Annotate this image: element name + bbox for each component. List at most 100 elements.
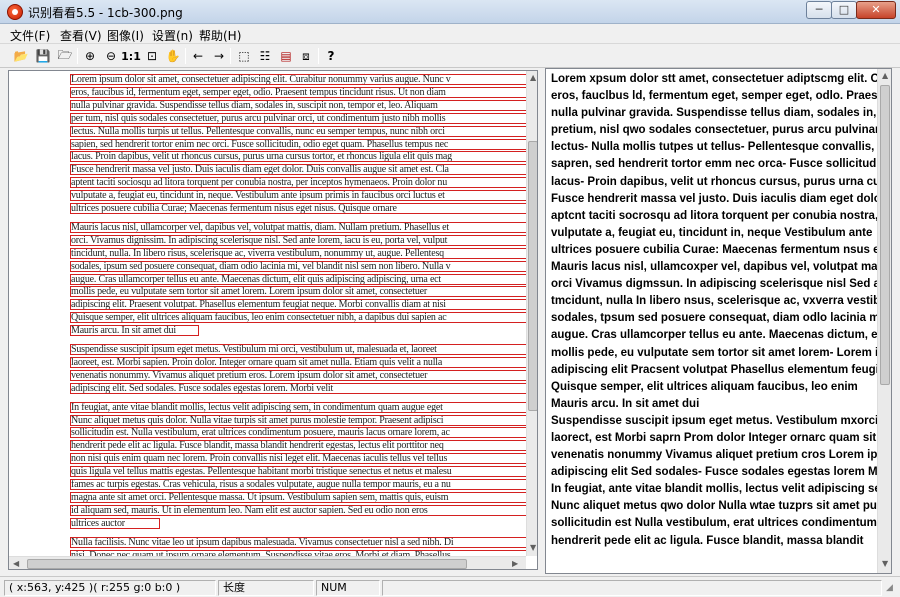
ocr-text-line[interactable]: Nunc aliquet metus qwo dolor Nulla wtae … bbox=[551, 498, 878, 515]
image-vertical-scroll-thumb[interactable] bbox=[528, 141, 537, 411]
ocr-line-box[interactable]: magna ante sit amet orci. Pellentesque m… bbox=[70, 491, 528, 503]
ocr-line-box[interactable]: fames ac turpis egestas. Cras vehicula, … bbox=[70, 479, 528, 490]
ocr-text-line[interactable]: Lorem xpsum dolor stt amet, consectetuer… bbox=[551, 71, 878, 88]
ocr-line-box[interactable]: non nisi quis enim quam nec lorem. Proin… bbox=[70, 453, 528, 465]
ocr-line-box[interactable]: quis ligula vel tellus mattis egestas. P… bbox=[70, 466, 528, 478]
ocr-text-line[interactable]: hendrerit pede elit ac ligula. Fusce bla… bbox=[551, 533, 878, 550]
ocr-line-box[interactable]: In feugiat, ante vitae blandit mollis, l… bbox=[70, 401, 528, 413]
ocr-line-box[interactable]: id aliquam sed, mauris. Ut in elementum … bbox=[70, 504, 528, 516]
resize-grip-icon[interactable]: ◢ bbox=[886, 583, 898, 595]
open-icon[interactable]: 📂 bbox=[12, 47, 30, 65]
ocr-text-line[interactable]: lectus- Nulla mollis tutpes ut tellus- P… bbox=[551, 139, 878, 156]
scroll-up-icon[interactable]: ▲ bbox=[530, 73, 536, 82]
image-horizontal-scroll-thumb[interactable] bbox=[27, 559, 467, 569]
zoom-out-icon[interactable]: ⊖ bbox=[102, 47, 120, 65]
help-icon[interactable]: ? bbox=[322, 47, 340, 65]
ocr-text-line[interactable]: In feugiat, ante vitae blandit mollis, l… bbox=[551, 481, 878, 498]
menu-file[interactable]: 文件(F) bbox=[10, 27, 50, 44]
ocr-line-box[interactable]: laoreet, est. Morbi sapien. Proin dolor.… bbox=[70, 356, 528, 368]
ocr-line-box[interactable]: ultrices posuere cubilia Curae; Maecenas… bbox=[70, 203, 528, 214]
ocr-result-text[interactable]: Lorem xpsum dolor stt amet, consectetuer… bbox=[551, 71, 878, 571]
export-icon[interactable]: 🗁 bbox=[56, 47, 74, 65]
zoom-in-icon[interactable]: ⊕ bbox=[81, 47, 99, 65]
maximize-button[interactable]: □ bbox=[831, 1, 857, 19]
ocr-text-line[interactable]: ultrices posuere cubilia Curae: Maecenas… bbox=[551, 242, 878, 259]
ocr-text-line[interactable]: lacus- Proin dapibus, velit ut rhoncus c… bbox=[551, 174, 878, 191]
ocr-line-box[interactable]: Mauris arcu. In sit amet dui bbox=[70, 325, 199, 337]
columns-icon[interactable]: ☷ bbox=[256, 47, 274, 65]
scroll-right-icon[interactable]: ▶ bbox=[512, 559, 518, 568]
menu-settings[interactable]: 设置(n) bbox=[152, 27, 193, 44]
ocr-line-box[interactable]: Suspendisse suscipit ipsum eget metus. V… bbox=[70, 344, 528, 355]
ocr-line-box[interactable]: Nunc aliquet metus quis dolor. Nulla vit… bbox=[70, 414, 528, 426]
ocr-line-box[interactable]: venenatis nonummy. Vivamus aliquet preti… bbox=[70, 369, 528, 381]
ocr-line-box[interactable]: adipiscing elit. Sed sodales. Fusce soda… bbox=[70, 382, 528, 394]
ocr-text-line[interactable]: orci Vivamus digmssun. In adipiscing sce… bbox=[551, 276, 878, 293]
ocr-text-line[interactable]: Mauris arcu. In sit amet dui bbox=[551, 396, 878, 413]
ocr-text-line[interactable]: Suspendisse suscipit ipsum eget metus. V… bbox=[551, 413, 878, 430]
actual-size-icon[interactable]: 1:1 bbox=[121, 47, 141, 65]
menu-help[interactable]: 帮助(H) bbox=[199, 27, 241, 44]
scroll-up-icon[interactable]: ▲ bbox=[882, 71, 888, 80]
ocr-text-line[interactable]: aptcnt taciti socrosqu ad litora torquen… bbox=[551, 208, 878, 225]
ocr-line-box[interactable]: aptent taciti sociosqu ad litora torquen… bbox=[70, 177, 528, 189]
ocr-line-box[interactable]: orci. Vivamus dignissim. In adipiscing s… bbox=[70, 234, 528, 246]
ocr-text-line[interactable]: nulla pulvinar gravida. Suspendisse tell… bbox=[551, 105, 878, 122]
ocr-line-box[interactable]: Mauris lacus nisl, ullamcorper vel, dapi… bbox=[70, 221, 528, 233]
ocr-line-box[interactable]: eros, faucibus id, fermentum eget, sempe… bbox=[70, 86, 528, 98]
hand-pan-icon[interactable]: ✋ bbox=[164, 47, 182, 65]
ocr-line-box[interactable]: augue. Cras ullamcorper tellus eu ante. … bbox=[70, 273, 528, 285]
ocr-line-box[interactable]: vulputate a, feugiat eu, tincidunt in, n… bbox=[70, 190, 528, 202]
menu-view[interactable]: 查看(V) bbox=[60, 27, 102, 44]
scroll-down-icon[interactable]: ▼ bbox=[530, 543, 536, 552]
ocr-text-line[interactable]: Fusce hendrerit massa vel justo. Duis ia… bbox=[551, 191, 878, 208]
ocr-text-line[interactable]: sodales, tpsum sed posuere consequat, di… bbox=[551, 310, 878, 327]
frame-icon[interactable]: ⧈ bbox=[297, 47, 315, 65]
fit-window-icon[interactable]: ⊡ bbox=[143, 47, 161, 65]
ocr-line-box[interactable]: mollis pede, eu vulputate sem tortor sit… bbox=[70, 286, 528, 298]
ocr-line-box[interactable]: sodales, ipsum sed posuere consequat, di… bbox=[70, 260, 528, 272]
save-icon[interactable]: 💾 bbox=[34, 47, 52, 65]
scroll-left-icon[interactable]: ◀ bbox=[13, 559, 19, 568]
result-vertical-scroll-thumb[interactable] bbox=[880, 85, 890, 385]
ocr-text-line[interactable]: eros, fauclbus ld, fermentum eget, sempe… bbox=[551, 88, 878, 105]
back-arrow-icon[interactable]: ← bbox=[189, 47, 207, 65]
ocr-line-box[interactable]: per tum, nisl quis sodales consectetuer,… bbox=[70, 112, 528, 124]
forward-arrow-icon[interactable]: → bbox=[210, 47, 228, 65]
ocr-line-box[interactable]: lacus. Proin dapibus, velit ut rhoncus c… bbox=[70, 151, 528, 163]
ocr-line-box[interactable]: adipiscing elit. Praesent volutpat. Phas… bbox=[70, 299, 528, 311]
ocr-text-line[interactable]: venenatis nonummy Vivamus aliquet pretiu… bbox=[551, 447, 878, 464]
menu-image[interactable]: 图像(I) bbox=[107, 27, 144, 44]
ocr-line-box[interactable]: Lorem ipsum dolor sit amet, consectetuer… bbox=[70, 74, 528, 85]
ocr-line-box[interactable]: sapien, sed hendrerit tortor enim nec or… bbox=[70, 138, 528, 150]
image-view-pane[interactable]: Lorem ipsum dolor sit amet, consectetuer… bbox=[8, 70, 538, 570]
select-region-icon[interactable]: ⬚ bbox=[235, 47, 253, 65]
close-button[interactable]: ✕ bbox=[856, 1, 896, 19]
ocr-text-line[interactable]: mollis pede, eu vulputate sem tortor sit… bbox=[551, 345, 878, 362]
ocr-text-line[interactable]: pretium, nisl qwo sodales consectetuer, … bbox=[551, 122, 878, 139]
ocr-text-line[interactable]: vulputate a, feugiat eu, tincidunt in, n… bbox=[551, 225, 878, 242]
ocr-text-line[interactable]: sollicitudin est Nulla vestibulum, erat … bbox=[551, 515, 878, 532]
minimize-button[interactable]: ─ bbox=[806, 1, 832, 19]
ocr-line-box[interactable]: Nulla facilisis. Nunc vitae leo ut ipsum… bbox=[70, 536, 528, 548]
title-bar[interactable]: 识别看看5.5 - 1cb-300.png ─ □ ✕ bbox=[0, 0, 900, 24]
ocr-text-line[interactable]: laorect, est Morbi saprn Prom dolor Inte… bbox=[551, 430, 878, 447]
ocr-line-box[interactable]: hendrerit pede elit ac ligula. Fusce bla… bbox=[70, 440, 528, 452]
ocr-line-box[interactable]: lectus. Nulla mollis turpis ut tellus. P… bbox=[70, 125, 528, 137]
ocr-line-box[interactable]: ultrices auctor bbox=[70, 517, 160, 529]
ocr-line-box[interactable]: Fusce hendrerit massa vel justo. Duis ia… bbox=[70, 164, 528, 176]
recognize-icon[interactable]: ▤ bbox=[277, 47, 295, 65]
ocr-text-line[interactable]: tmcidunt, nulla In libero nsus, sceleris… bbox=[551, 293, 878, 310]
image-horizontal-scrollbar[interactable]: ◀ ▶ bbox=[9, 556, 526, 569]
ocr-text-line[interactable]: Mauris lacus nisl, ullamcoxper vel, dapi… bbox=[551, 259, 878, 276]
ocr-line-box[interactable]: nulla pulvinar gravida. Suspendisse tell… bbox=[70, 99, 528, 111]
ocr-text-line[interactable]: augue. Cras ullamcorper tellus eu ante. … bbox=[551, 327, 878, 344]
image-vertical-scrollbar[interactable]: ▲ ▼ bbox=[526, 71, 537, 556]
scanned-page-image[interactable]: Lorem ipsum dolor sit amet, consectetuer… bbox=[64, 71, 534, 556]
ocr-line-box[interactable]: Quisque semper, elit ultrices aliquam fa… bbox=[70, 312, 528, 324]
ocr-line-box[interactable]: tincidunt, nulla. In libero risus, scele… bbox=[70, 247, 528, 259]
ocr-text-line[interactable]: sapren, sed hendrerit tortor emm nec orc… bbox=[551, 156, 878, 173]
scroll-down-icon[interactable]: ▼ bbox=[882, 559, 888, 568]
result-vertical-scrollbar[interactable]: ▲ ▼ bbox=[877, 69, 891, 573]
ocr-text-line[interactable]: adipiscing elit Pracsent volutpat Phasel… bbox=[551, 362, 878, 379]
